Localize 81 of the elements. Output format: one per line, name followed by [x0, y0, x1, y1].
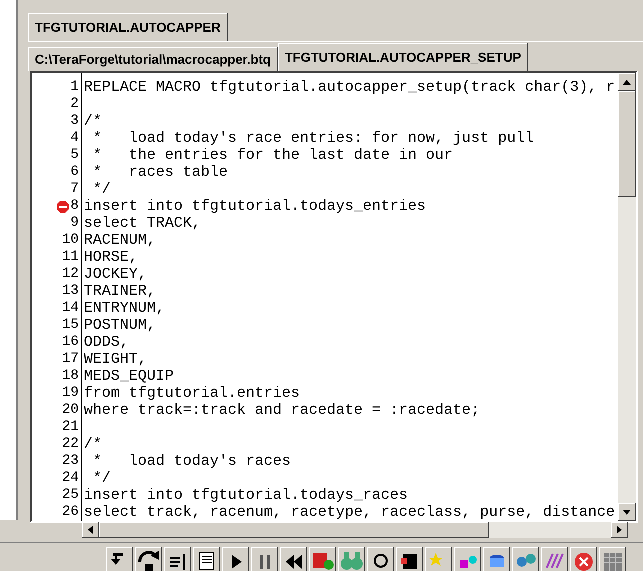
line-number: 2	[70, 95, 79, 114]
line-number: 20	[62, 401, 79, 420]
toolbar-button[interactable]	[251, 547, 278, 571]
code-line: /*	[84, 436, 102, 453]
toolbar-button[interactable]	[309, 547, 336, 571]
line-number: 17	[62, 350, 79, 369]
tab[interactable]: TFGTUTORIAL.AUTOCAPPER	[28, 13, 228, 41]
line-number: 14	[62, 299, 79, 318]
code-line: TRAINER,	[84, 283, 156, 300]
code-line: insert into tfgtutorial.todays_races	[84, 487, 408, 504]
line-number: 23	[62, 452, 79, 471]
toolbar-button[interactable]	[570, 547, 597, 571]
code-line: select track, racenum, racetype, raceclass, purse, distance	[84, 504, 616, 521]
toolbar-button[interactable]	[599, 547, 626, 571]
code-line: POSTNUM,	[84, 317, 156, 334]
code-line: ODDS,	[84, 334, 130, 351]
toolbar-button[interactable]	[193, 547, 220, 571]
vertical-scrollbar[interactable]	[618, 73, 636, 521]
code-line: where track=:track and racedate = :racedate;	[84, 402, 480, 419]
tab[interactable]: TFGTUTORIAL.AUTOCAPPER_SETUP	[278, 43, 528, 71]
line-number: 4	[70, 129, 79, 148]
line-number: 5	[70, 146, 79, 165]
line-number: 16	[62, 333, 79, 352]
code-line: * races table	[92, 164, 228, 181]
line-number: 10	[62, 231, 79, 250]
code-editor[interactable]	[30, 71, 638, 523]
line-number: 3	[70, 112, 79, 131]
toolbar-button[interactable]	[135, 547, 162, 571]
code-line: select TRACK,	[84, 215, 202, 232]
line-number: 7	[70, 180, 79, 199]
toolbar-button[interactable]	[396, 547, 423, 571]
code-line: * load today's races	[92, 453, 292, 470]
toolbar-button[interactable]	[425, 547, 452, 571]
toolbar-button[interactable]	[512, 547, 539, 571]
toolbar-button[interactable]	[338, 547, 365, 571]
line-number: 8	[70, 197, 79, 216]
code-line: from tfgtutorial.entries	[84, 385, 300, 402]
toolbar-button[interactable]	[541, 547, 568, 571]
line-number: 9	[70, 214, 79, 233]
code-line: WEIGHT,	[84, 351, 148, 368]
horizontal-scrollbar[interactable]	[82, 522, 628, 538]
line-number: 6	[70, 163, 79, 182]
code-line: RACENUM,	[84, 232, 156, 249]
toolbar-button[interactable]	[454, 547, 481, 571]
stop-sign-icon[interactable]	[56, 200, 69, 212]
line-number: 12	[62, 265, 79, 284]
scroll-thumb[interactable]	[99, 522, 489, 538]
line-number: 19	[62, 384, 79, 403]
line-number: 24	[62, 469, 79, 488]
code-line: ENTRYNUM,	[84, 300, 166, 317]
tab[interactable]: C:\TeraForge\tutorial\macrocapper.btq	[28, 47, 278, 71]
toolbar-button[interactable]	[483, 547, 510, 571]
line-number: 26	[62, 503, 79, 522]
line-number: 11	[62, 248, 79, 267]
cancel-icon	[572, 550, 594, 571]
line-number: 15	[62, 316, 79, 335]
code-line: REPLACE MACRO tfgtutorial.autocapper_setup(track char(3), r	[84, 79, 616, 96]
code-line: */	[92, 470, 112, 487]
scroll-thumb[interactable]	[618, 91, 636, 197]
code-line: * load today's race entries: for now, just pull	[92, 130, 534, 147]
line-number: 22	[62, 435, 79, 454]
binoculars-icon	[340, 550, 362, 571]
line-number: 18	[62, 367, 79, 386]
toolbar-button[interactable]	[106, 547, 133, 571]
toolbar-button[interactable]	[280, 547, 307, 571]
grid-icon	[602, 550, 624, 571]
line-number: 1	[70, 78, 79, 97]
code-line: * the entries for the last date in our	[92, 147, 454, 164]
line-number: 13	[62, 282, 79, 301]
code-line: JOCKEY,	[84, 266, 148, 283]
code-line: MEDS_EQUIP	[84, 368, 174, 385]
code-line: insert into tfgtutorial.todays_entries	[84, 198, 426, 215]
toolbar-button[interactable]	[222, 547, 249, 571]
toolbar-button[interactable]	[367, 547, 394, 571]
line-number: 25	[62, 486, 79, 505]
toolbar-button[interactable]	[164, 547, 191, 571]
code-line: /*	[84, 113, 102, 130]
line-number: 21	[62, 418, 79, 437]
step-over-icon	[138, 550, 160, 571]
code-line: */	[92, 181, 112, 198]
code-line: HORSE,	[84, 249, 138, 266]
